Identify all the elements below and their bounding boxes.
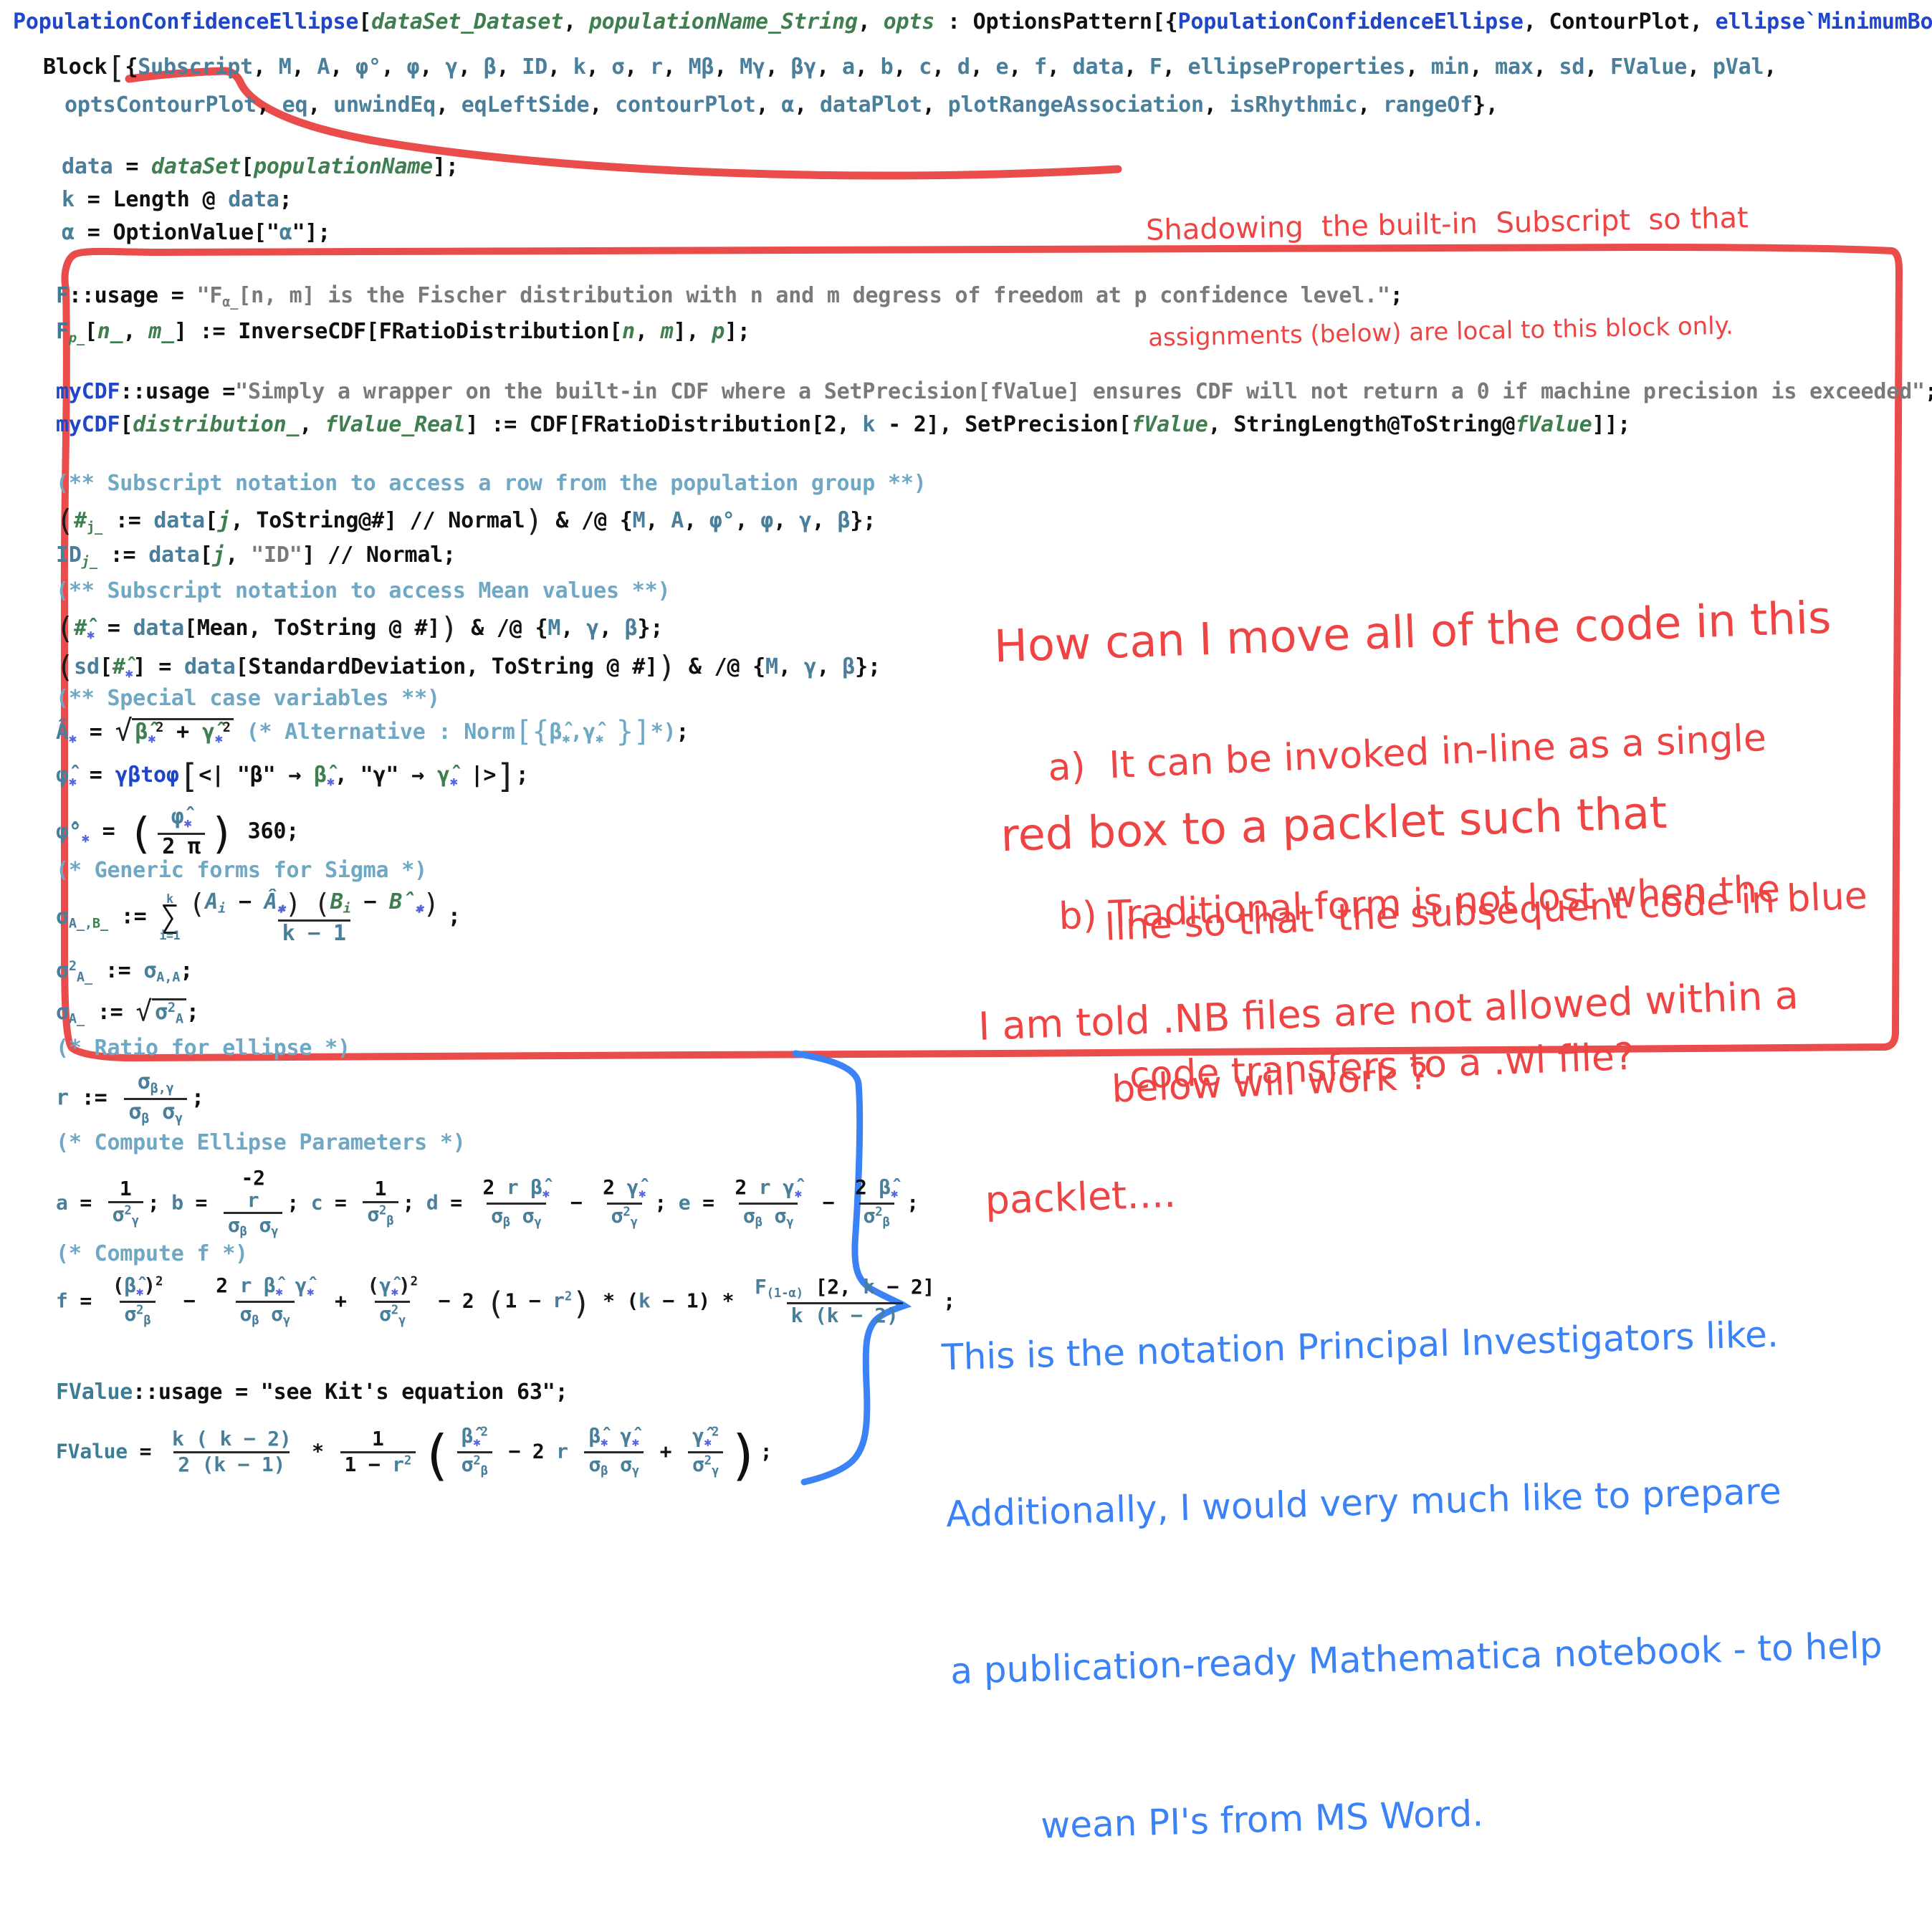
code-comment-subscript-mean: (** Subscript notation to access Mean va… (56, 578, 671, 603)
blue-annotation-line-3: wean PI's from MS Word. (1040, 1792, 1484, 1847)
code-comment-ratio: (* Ratio for ellipse *) (56, 1036, 350, 1061)
blue-annotation-notation-note: This is the notation Principal Investiga… (938, 1201, 1889, 1907)
code-line-signature-2: Block[{Subscript, M, A, φ°, φ, γ, β, ID,… (43, 50, 1777, 85)
code-line-id-def: IDj_ := data[j, "ID"] // Normal; (56, 543, 456, 570)
code-line-signature-3: optsContourPlot, eq, unwindEq, eqLeftSid… (64, 92, 1498, 118)
code-line-mycdf-def: myCDF[distribution_, fValue_Real] := CDF… (56, 412, 1631, 437)
red-annotation-question-line-7: I am told .NB files are not allowed with… (977, 972, 1799, 1050)
code-line-mycdf-usage: myCDF::usage ="Simply a wrapper on the b… (56, 379, 1932, 404)
blue-annotation-line-2: a publication-ready Mathematica notebook… (950, 1624, 1883, 1693)
code-line-signature-1: PopulationConfidenceEllipse[dataSet_Data… (13, 9, 1932, 34)
code-comment-subscript-row: (** Subscript notation to access a row f… (56, 471, 927, 496)
code-line-assign-k: k = Length @ data; (62, 187, 292, 212)
code-line-f-def: Fp_[n_, m_] := InverseCDF[FRatioDistribu… (56, 319, 750, 346)
code-line-a-hat-def: Â✱ = √ β̂✱2 + γ̂✱2 (* Alternative : Norm[… (56, 714, 689, 748)
code-line-sd-def: (sd[#̂✱] = data[StandardDeviation, ToStr… (56, 649, 881, 684)
code-line-row-def: (#j_ := data[j, ToString@#] // Normal) &… (56, 503, 876, 538)
code-line-mean-def: (#̂✱ = data[Mean, ToString @ #]) & /@ {M… (56, 611, 664, 646)
code-line-assign-data: data = dataSet[populationName]; (62, 154, 459, 179)
code-line-fvalue-usage: FValue::usage = "see Kit's equation 63"; (56, 1380, 568, 1405)
code-comment-sigma: (* Generic forms for Sigma *) (56, 858, 427, 883)
code-line-sigma-def: σA_ := √ σ2A; (56, 995, 199, 1027)
red-annotation-shadowing-line-1: assignments (below) are local to this bl… (1147, 311, 1734, 353)
code-comment-ellipse-params: (* Compute Ellipse Parameters *) (56, 1130, 466, 1155)
code-comment-special-case: (** Special case variables **) (56, 686, 440, 711)
blue-annotation-line-1: Additionally, I would very much like to … (945, 1470, 1782, 1536)
code-line-sigma-generic: σA_,B_ := k ∑ i=1 (Ai − Â✱) (Bi − B̂✱) k − 1… (56, 888, 461, 946)
red-annotation-shadowing-line-0: Shadowing the built-in Subscript so that (1145, 201, 1749, 248)
code-line-f-formula: f = (β̂✱)2 σ2β − 2 r β̂✱ γ̂✱ σβ σγ + (γ̂✱)… (56, 1273, 955, 1329)
code-line-phi-deg-def: φ̂°✱ = (φ̂✱ 2 π) 360; (56, 804, 300, 859)
code-line-fvalue-formula: FValue = k ( k − 2) 2 (k − 1) * 11 − r2(β… (56, 1423, 773, 1487)
red-annotation-shadowing: Shadowing the built-in Subscript so that… (1144, 127, 1751, 391)
code-line-assign-alpha: α = OptionValue["α"]; (62, 220, 331, 245)
blue-annotation-line-0: This is the notation Principal Investiga… (941, 1313, 1779, 1379)
code-line-ellipse-params: a = 1 σ2γ; b = -2 r σβ σγ; c = 1 σ2β; d = 2… (56, 1166, 919, 1240)
code-comment-compute-f: (* Compute f *) (56, 1241, 248, 1266)
code-line-r-def: r := σβ,γ σβ σγ; (56, 1069, 204, 1127)
code-line-phi-hat-def: φ̂✱ = γβtoφ[<| "β" → β̂✱, "γ" → γ̂✱ |>]; (56, 757, 529, 795)
blue-curly-brace (792, 1050, 912, 1486)
code-line-sigma-sq: σ2A_ := σA,A; (56, 958, 193, 985)
